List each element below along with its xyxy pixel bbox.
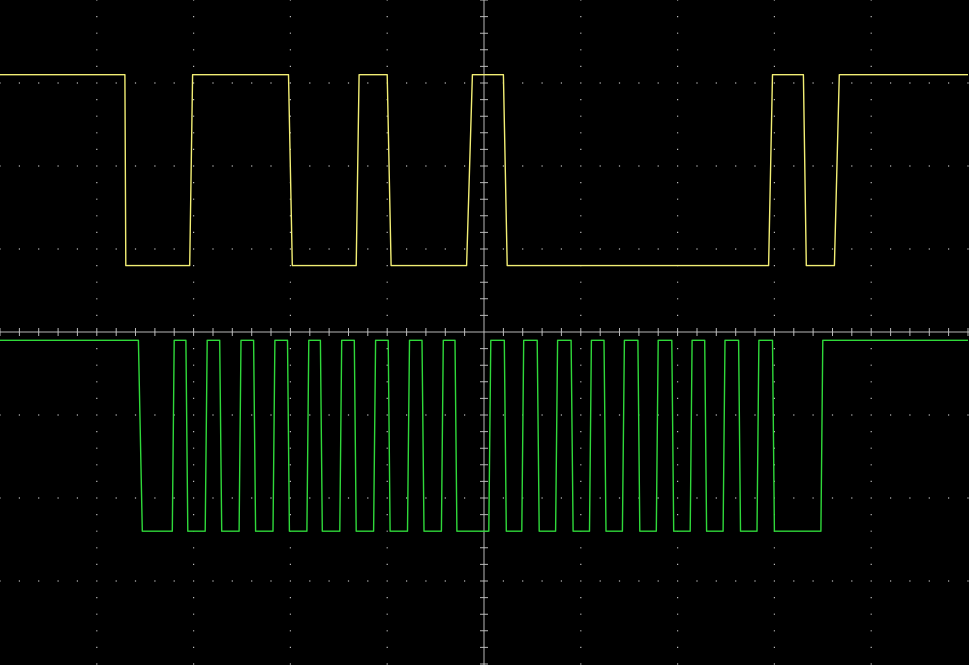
oscilloscope-display (0, 0, 969, 665)
